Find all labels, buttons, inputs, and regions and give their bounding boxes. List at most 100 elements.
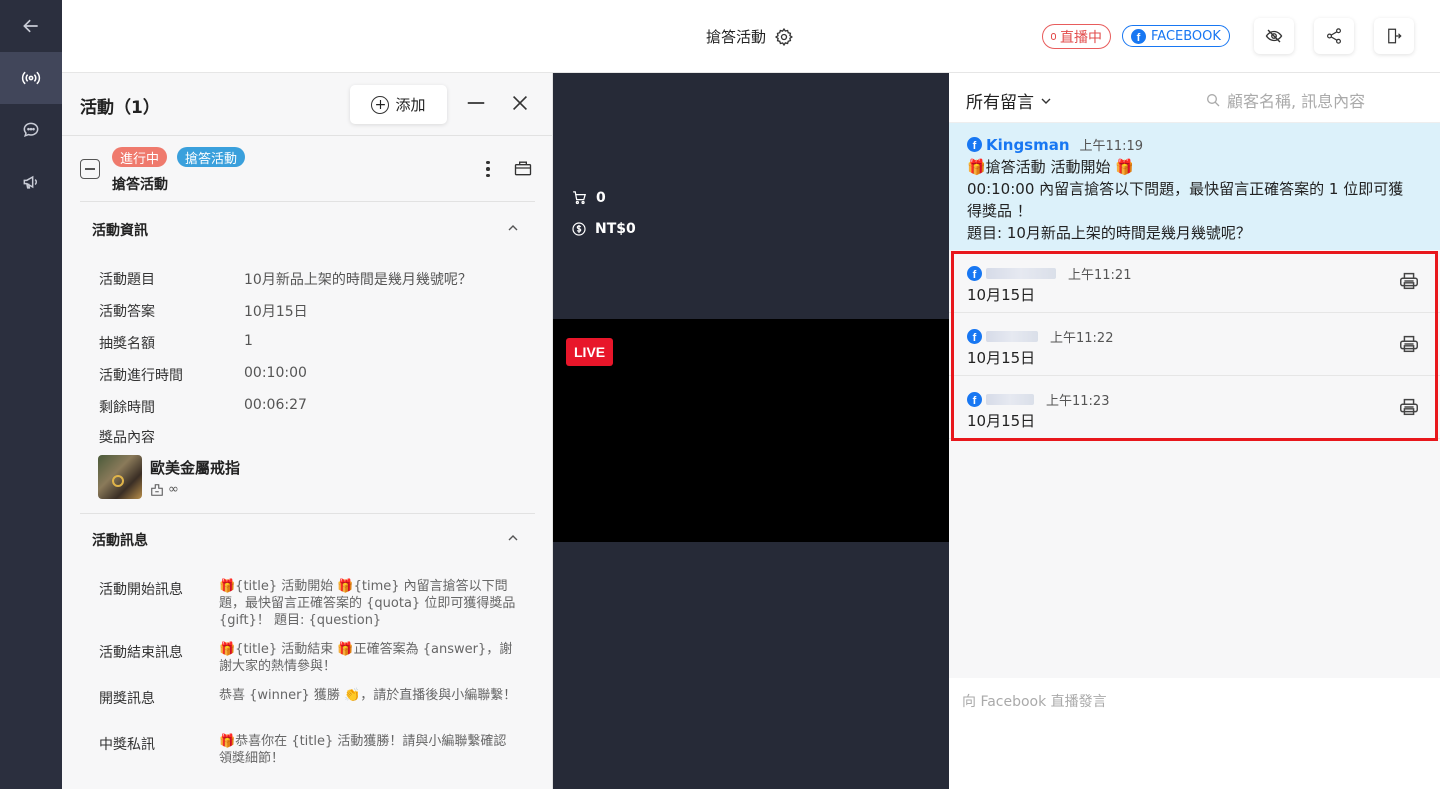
dollar-circle-icon [572,222,586,236]
eye-off-icon [1265,29,1283,43]
info-label-remaining: 剩餘時間 [99,400,155,416]
printer-icon[interactable] [1398,270,1420,292]
facebook-icon: f [967,392,982,407]
back-button[interactable] [0,0,62,52]
info-value-duration: 00:10:00 [244,365,307,381]
more-options-button[interactable] [480,159,496,179]
prize-stock-value: ∞ [168,482,179,497]
broadcast-icon [21,71,41,85]
rail-item-live[interactable] [0,52,62,104]
page-title: 搶答活動 [706,26,794,47]
search-icon [1207,94,1220,107]
blurred-username [986,394,1034,405]
comment-filter-label: 所有留言 [966,93,1034,113]
share-button[interactable] [1314,18,1354,54]
info-label-answer: 活動答案 [99,304,155,320]
chevron-up-icon[interactable] [507,532,519,544]
rail-item-chat[interactable] [0,104,62,156]
share-icon [1327,28,1341,44]
activity-panel: 活動（1） + 添加 進行中 搶答活動 搶答活動 活動資訊 活動題目 10月新品… [62,73,553,789]
rail-item-campaign[interactable] [0,156,62,208]
comment-item[interactable]: f 上午11:23 10月15日 [949,376,1440,439]
chevron-down-icon [1041,98,1051,104]
info-label-quota: 抽獎名額 [99,336,155,352]
info-label-prize: 獎品內容 [99,430,155,446]
facebook-icon: f [967,137,982,152]
comment-text: 10月15日 [967,412,1036,430]
msg-value-private: 🎁恭喜你在 {title} 活動獲勝！請與小編聯繫確認領獎細節！ [219,734,507,766]
revenue-value: NT$0 [595,221,636,237]
minus-icon [467,102,485,104]
cart-icon [573,191,587,205]
live-status-badge: 直播中 [1042,24,1111,49]
comment-search-input[interactable]: 顧客名稱, 訊息內容 [1205,88,1365,112]
pinned-line-2: 00:10:00 內留言搶答以下問題，最快留言正確答案的 1 位即可獲得獎品 ！ [967,180,1404,220]
pinned-author: f Kingsman 上午11:19 [967,135,1143,154]
minimize-button[interactable] [464,91,488,115]
chat-bubble-icon [23,122,39,138]
prize-thumbnail [98,455,142,499]
comment-filter-dropdown[interactable]: 所有留言 [966,88,1052,113]
top-bar: 搶答活動 直播中 f FACEBOOK [62,0,1440,73]
info-section-title: 活動資訊 [92,223,148,239]
pinned-comment[interactable]: f Kingsman 上午11:19 🎁搶答活動 活動開始 🎁 00:10:00… [949,123,1440,250]
pinned-line-1: 🎁搶答活動 活動開始 🎁 [967,158,1134,176]
left-rail [0,0,62,789]
panel-header: 活動（1） + 添加 [62,73,552,136]
info-value-topic: 10月新品上架的時間是幾月幾號呢？ [244,272,472,288]
printer-icon[interactable] [1398,396,1420,418]
live-status-label: 直播中 [1060,29,1102,46]
hide-button[interactable] [1254,18,1294,54]
comment-item[interactable]: f 上午11:22 10月15日 [949,313,1440,376]
panel-title: 活動（1） [80,98,160,118]
blurred-username [986,268,1056,279]
facebook-icon: f [967,266,982,281]
prize-name: 歐美金屬戒指 [150,459,241,477]
cart-count: 0 [571,189,606,206]
platform-badge: f FACEBOOK [1122,25,1230,47]
comment-text: 10月15日 [967,286,1036,304]
comment-meta: f 上午11:23 [967,390,1109,409]
exit-button[interactable] [1374,18,1414,54]
status-tag: 進行中 [112,147,168,167]
activity-name: 搶答活動 [112,177,168,193]
gift-box-icon [514,161,532,176]
gear-icon[interactable] [774,27,794,47]
msg-label-private: 中獎私訊 [99,737,155,753]
comment-text: 10月15日 [967,349,1036,367]
search-placeholder: 顧客名稱, 訊息內容 [1227,92,1366,111]
info-section: 活動資訊 [80,201,535,511]
add-label: 添加 [395,96,426,114]
comment-time: 上午11:21 [1068,268,1132,283]
comment-list: f 上午11:21 10月15日 f 上午11:22 10月15日 f 上午11… [949,250,1440,678]
pinned-line-3: 題目: 10月新品上架的時間是幾月幾號呢？ [967,224,1251,242]
megaphone-icon [23,175,38,189]
msg-label-start: 活動開始訊息 [99,582,183,598]
comment-composer[interactable]: 向 Facebook 直播發言 [949,678,1440,789]
live-dot-icon [1051,33,1056,40]
info-value-answer: 10月15日 [244,304,308,320]
close-icon [512,95,528,111]
warehouse-icon [151,483,163,496]
printer-icon[interactable] [1398,333,1420,355]
comment-time: 上午11:23 [1046,394,1110,409]
type-tag: 搶答活動 [177,147,246,167]
exit-icon [1388,28,1402,44]
pinned-author-name[interactable]: Kingsman [986,136,1070,154]
collapse-activity-toggle[interactable] [80,159,100,179]
gift-box-button[interactable] [513,158,533,178]
blurred-username [986,331,1038,342]
msg-label-draw: 開獎訊息 [99,691,155,707]
chevron-up-icon[interactable] [507,222,519,234]
add-activity-button[interactable]: + 添加 [350,85,447,124]
facebook-icon: f [1131,28,1146,44]
live-video[interactable]: LIVE [553,319,949,542]
comments-header: 所有留言 顧客名稱, 訊息內容 [949,73,1440,123]
facebook-icon: f [967,329,982,344]
message-section-title: 活動訊息 [92,533,148,549]
msg-value-end: 🎁{title} 活動結束 🎁正確答案為 {answer}，謝謝大家的熱情參與！ [219,642,513,674]
close-panel-button[interactable] [508,91,532,115]
comment-item[interactable]: f 上午11:21 10月15日 [949,250,1440,313]
comments-panel: 所有留言 顧客名稱, 訊息內容 f Kingsman 上午11:19 🎁搶答活動… [949,73,1440,789]
msg-value-draw: 恭喜 {winner} 獲勝 👏，請於直播後與小編聯繫！ [219,688,517,703]
